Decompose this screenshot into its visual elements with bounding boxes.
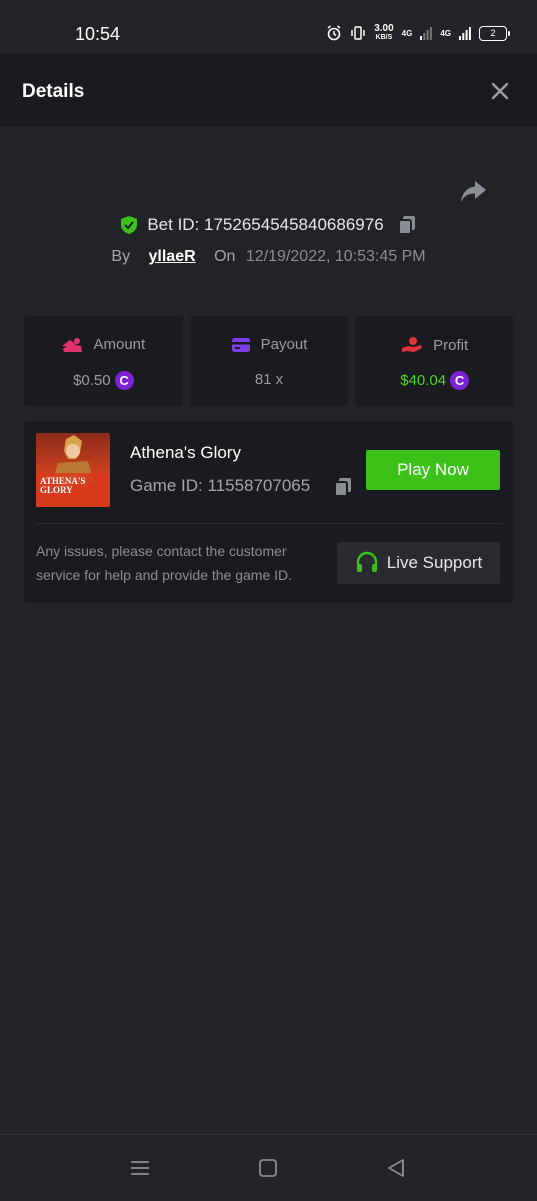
profit-header: Profit [355,336,514,354]
profit-hand-icon [402,337,423,352]
details-header: Details [0,54,537,127]
bet-stats: Amount $0.50 C Payout 81 x Profit $40.04… [24,316,515,406]
signal-icon-1 [420,27,433,40]
live-support-button[interactable]: Live Support [337,542,500,584]
bet-datetime: 12/19/2022, 10:53:45 PM [245,248,426,265]
shield-check-icon [121,216,138,234]
profit-value: $40.04 [400,372,447,389]
net-speed-unit: KB/S [375,34,393,41]
battery-icon: 2 [479,25,510,41]
payout-value: 81 x [254,371,284,388]
game-name: Athena's Glory [130,443,241,462]
amount-value: $0.50 [73,372,111,389]
amount-label: Amount [93,336,146,353]
profit-value-row: $40.04 C [355,371,514,390]
amount-header: Amount [24,336,183,353]
coin-icon: C [450,371,470,390]
status-bar: 10:54 3.00 KB/S 4G 4G 2 [0,0,537,54]
payout-label: Payout [260,336,308,353]
signal-icon-2 [459,27,471,40]
payout-header: Payout [190,336,349,353]
username-link[interactable]: yllaeR [149,248,196,265]
network-type-2: 4G [440,28,451,38]
close-icon[interactable] [489,80,511,102]
on-label: On [214,248,236,265]
bet-id-row: Bet ID: 1752654545840686976 [0,214,537,240]
headset-icon [356,551,377,572]
wallet-icon [231,337,250,352]
payout-value-row: 81 x [190,371,349,388]
copy-icon[interactable] [396,214,418,236]
live-support-label: Live Support [386,553,483,572]
share-icon[interactable] [459,178,487,204]
divider [36,523,502,524]
copy-icon[interactable] [332,476,354,498]
profit-label: Profit [433,336,469,354]
by-label: By [111,248,131,265]
status-icons: 3.00 KB/S 4G 4G 2 [326,24,510,42]
amount-icon [62,337,83,352]
coin-icon: C [114,371,134,390]
game-card: ATHENA'S GLORY Athena's Glory Game ID: 1… [24,421,514,603]
amount-value-row: $0.50 C [24,371,183,390]
game-id: Game ID: 11558707065 [130,476,311,495]
home-icon[interactable] [257,1157,279,1179]
page-title: Details [22,81,85,102]
net-speed: 3.00 KB/S [374,24,393,42]
support-help-text: Any issues, please contact the customer … [36,543,293,583]
menu-icon[interactable] [129,1157,151,1179]
bet-id: Bet ID: 1752654545840686976 [147,215,384,234]
back-icon[interactable] [385,1157,407,1179]
payout-card: Payout 81 x [189,316,349,406]
status-time: 10:54 [75,24,121,44]
bet-by-row: By yllaeR On 12/19/2022, 10:53:45 PM [0,248,537,266]
net-speed-value: 3.00 [374,23,394,34]
game-thumbnail-art [36,433,110,507]
game-thumbnail[interactable]: ATHENA'S GLORY [36,433,110,507]
amount-card: Amount $0.50 C [24,316,183,406]
play-now-button[interactable]: Play Now [366,450,500,490]
vibrate-icon [351,26,365,40]
alarm-icon [327,25,341,41]
system-nav-bar [0,1134,537,1201]
game-thumbnail-title: ATHENA'S GLORY [40,476,86,495]
network-type-1: 4G [401,28,413,38]
profit-card: Profit $40.04 C [355,316,515,406]
